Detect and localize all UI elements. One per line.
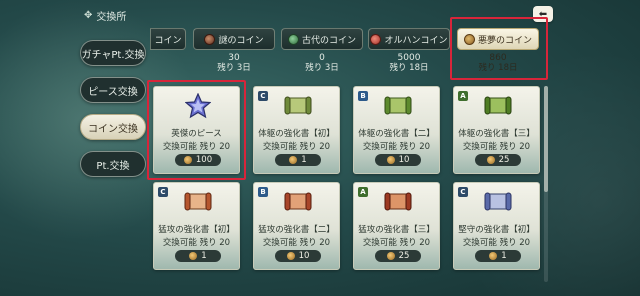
orhan-coin-icon: [370, 33, 382, 45]
rank-badge: B: [258, 187, 268, 197]
coin-count: 0: [319, 53, 325, 63]
mystery-coin-icon: [204, 33, 216, 45]
sidebar-item-label: コイン交換: [88, 123, 138, 135]
rank-badge: C: [458, 187, 468, 197]
item-cost-value: 25: [498, 155, 510, 165]
coin-icon: [486, 156, 495, 164]
item-card[interactable]: B 体躯の強化書【二】 交換可能 残り 20 10: [353, 86, 440, 174]
coin-tab-label: 古代のコイン: [301, 35, 356, 46]
rank-badge: A: [458, 91, 468, 101]
item-stock: 交換可能 残り 20: [162, 142, 231, 152]
item-card[interactable]: B 猛攻の強化書【二】 交換可能 残り 20 10: [253, 182, 340, 270]
rank-badge: C: [258, 91, 268, 101]
coin-tab-ancient[interactable]: 古代のコイン 0 残り 3日: [281, 28, 363, 74]
page-title-text: 交換所: [96, 12, 127, 23]
green-scroll-icon: [382, 93, 414, 119]
item-cost: 1: [475, 250, 521, 262]
item-cost: 1: [275, 154, 321, 166]
coin-remaining: 残り 18日: [478, 63, 518, 73]
sidebar-item-label: ピース交換: [88, 86, 138, 98]
coin-icon: [183, 156, 192, 164]
coin-tab-label: コイン: [154, 35, 182, 46]
sidebar-item-label: Pt.交換: [96, 160, 130, 172]
red-scroll-icon: [182, 189, 214, 215]
item-stock: 交換可能 残り 20: [162, 238, 231, 248]
item-cost: 100: [175, 154, 221, 166]
rank-badge: C: [158, 187, 168, 197]
item-card-hero-piece[interactable]: 英傑のピース 交換可能 残り 20 100: [153, 86, 240, 174]
back-arrow-icon[interactable]: ⬅: [533, 6, 553, 22]
coin-remaining: 残り 3日: [305, 63, 339, 73]
coin-tab-label: オルハンコイン: [384, 35, 448, 46]
rank-badge: A: [358, 187, 368, 197]
nightmare-coin-icon: [463, 33, 475, 45]
coin-remaining: 残り 3日: [217, 63, 251, 73]
item-stock: 交換可能 残り 20: [462, 238, 531, 248]
item-name: 猛攻の強化書【二】: [258, 225, 335, 235]
coin-icon: [386, 156, 395, 164]
item-name: 英傑のピース: [171, 129, 222, 139]
star-piece-icon: [182, 93, 214, 119]
item-cost-value: 1: [501, 251, 507, 261]
item-name: 体躯の強化書【二】: [358, 129, 435, 139]
item-cost: 10: [375, 154, 421, 166]
coin-count: 860: [489, 53, 507, 63]
page-title: ✥ 交換所: [84, 8, 126, 23]
item-name: 堅守の強化書【初】: [458, 225, 535, 235]
green-scroll-icon: [282, 93, 314, 119]
coin-remaining: 残り 18日: [389, 63, 429, 73]
coin-tab-nightmare[interactable]: 悪夢のコイン 860 残り 18日: [457, 28, 539, 74]
item-cost-value: 25: [398, 251, 410, 261]
coin-icon: [489, 252, 498, 260]
item-stock: 交換可能 残り 20: [362, 142, 431, 152]
red-scroll-icon: [382, 189, 414, 215]
sidebar-item-pt[interactable]: Pt.交換: [80, 151, 146, 177]
sidebar-item-gacha-pt[interactable]: ガチャPt.交換: [80, 40, 146, 66]
item-cost: 25: [375, 250, 421, 262]
rank-badge: B: [358, 91, 368, 101]
sidebar-item-coin[interactable]: コイン交換: [80, 114, 146, 140]
coin-icon: [286, 252, 295, 260]
item-cost: 25: [475, 154, 521, 166]
item-card[interactable]: A 体躯の強化書【三】 交換可能 残り 20 25: [453, 86, 540, 174]
coin-tab-mystery[interactable]: 謎のコイン 30 残り 3日: [193, 28, 275, 74]
item-card[interactable]: C 堅守の強化書【初】 交換可能 残り 20 1: [453, 182, 540, 270]
coin-count: 30: [228, 53, 240, 63]
item-card[interactable]: A 猛攻の強化書【三】 交換可能 残り 20 25: [353, 182, 440, 270]
item-name: 猛攻の強化書【初】: [158, 225, 235, 235]
item-stock: 交換可能 残り 20: [262, 238, 331, 248]
red-scroll-icon: [282, 189, 314, 215]
coin-tab-orhan[interactable]: オルハンコイン 5000 残り 18日: [368, 28, 450, 74]
coin-tab-label: 謎のコイン: [218, 35, 264, 46]
blue-scroll-icon: [482, 189, 514, 215]
item-stock: 交換可能 残り 20: [362, 238, 431, 248]
coin-tab-partial[interactable]: コイン: [150, 28, 186, 74]
sidebar-item-label: ガチャPt.交換: [81, 49, 145, 61]
scrollbar-thumb[interactable]: [544, 86, 548, 192]
item-name: 体躯の強化書【三】: [458, 129, 535, 139]
item-cost-value: 10: [398, 155, 410, 165]
ornament-icon: ✥: [84, 10, 93, 21]
green-scroll-icon: [482, 93, 514, 119]
item-cost-value: 100: [195, 155, 213, 165]
coin-icon: [189, 252, 198, 260]
coin-tab-label: 悪夢のコイン: [477, 35, 532, 46]
item-name: 猛攻の強化書【三】: [358, 225, 435, 235]
item-card[interactable]: C 猛攻の強化書【初】 交換可能 残り 20 1: [153, 182, 240, 270]
coin-count: 5000: [397, 53, 421, 63]
item-cost: 1: [175, 250, 221, 262]
item-stock: 交換可能 残り 20: [262, 142, 331, 152]
coin-icon: [289, 156, 298, 164]
item-stock: 交換可能 残り 20: [462, 142, 531, 152]
item-cost-value: 1: [201, 251, 207, 261]
ancient-coin-icon: [287, 33, 299, 45]
coin-icon: [386, 252, 395, 260]
item-cost-value: 10: [298, 251, 310, 261]
sidebar-item-piece[interactable]: ピース交換: [80, 77, 146, 103]
item-cost: 10: [275, 250, 321, 262]
item-cost-value: 1: [301, 155, 307, 165]
item-name: 体躯の強化書【初】: [258, 129, 335, 139]
item-card[interactable]: C 体躯の強化書【初】 交換可能 残り 20 1: [253, 86, 340, 174]
